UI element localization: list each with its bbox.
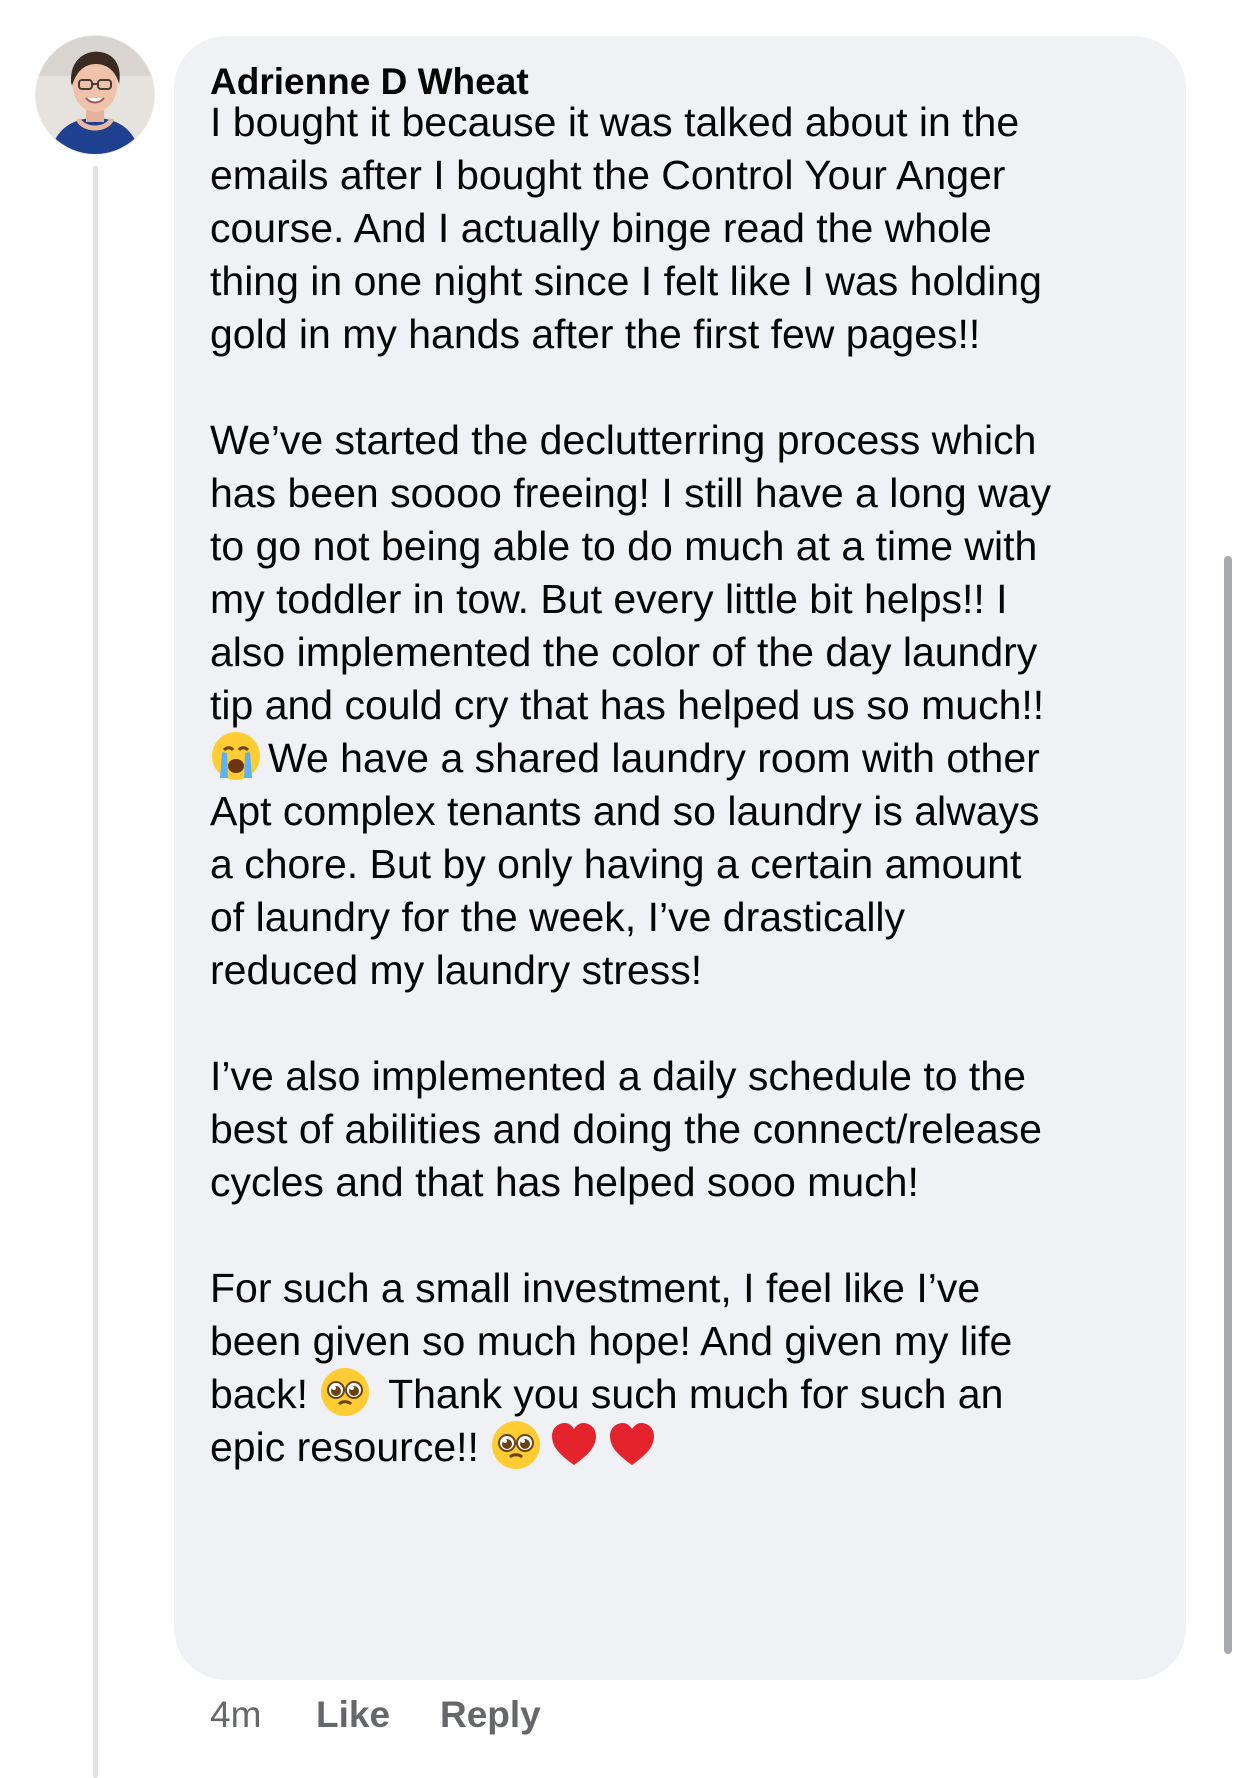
comment-text-line: epic resource!! [210, 1417, 664, 1477]
comment-text-line: gold in my hands after the first few pag… [210, 311, 981, 357]
comment-text-line: of laundry for the week, I’ve drasticall… [210, 894, 906, 940]
like-button[interactable]: Like [316, 1690, 390, 1740]
red-heart-icon [606, 1419, 658, 1471]
comment-text-line: I bought it because it was talked about … [210, 99, 1020, 145]
comment-text-line: also implemented the color of the day la… [210, 629, 1038, 675]
comment-text-line: has been soooo freeing! I still have a l… [210, 470, 1052, 516]
pleading-face-icon [319, 1366, 371, 1418]
comment-text-line: a chore. But by only having a certain am… [210, 841, 1022, 887]
comment-text-line: cycles and that has helped sooo much! [210, 1159, 919, 1205]
comment-text-line: course. And I actually binge read the wh… [210, 205, 992, 251]
red-heart-icon [548, 1419, 600, 1471]
comment-timestamp: 4m [210, 1694, 262, 1735]
comment-text-line: I’ve also implemented a daily schedule t… [210, 1053, 1026, 1099]
thread-line [93, 166, 98, 1778]
scrollbar[interactable] [1224, 556, 1232, 1654]
comment-text-line: We’ve started the declutterring process … [210, 417, 1037, 463]
comment-text-line: We have a shared laundry room with other [210, 728, 1040, 788]
comment-text-fragment: back! [210, 1371, 308, 1417]
comment-text-fragment: epic resource!! [210, 1424, 479, 1470]
pleading-face-icon [490, 1419, 542, 1471]
comment-text-line: thing in one night since I felt like I w… [210, 258, 1042, 304]
comment-text-line: been given so much hope! And given my li… [210, 1318, 1013, 1364]
comment-text-line: For such a small investment, I feel like… [210, 1265, 981, 1311]
comment-text-fragment: Thank you such much for such an [388, 1371, 1004, 1417]
comment-text-line: tip and could cry that has helped us so … [210, 682, 1045, 728]
avatar[interactable] [36, 36, 154, 154]
avatar-photo [36, 36, 154, 154]
comment-text-line: reduced my laundry stress! [210, 947, 703, 993]
comment-text-line: back! Thank you such much for such an [210, 1364, 1003, 1424]
comment-text-line: to go not being able to do much at a tim… [210, 523, 1038, 569]
reply-button[interactable]: Reply [440, 1690, 541, 1740]
comment-text-line: emails after I bought the Control Your A… [210, 152, 1006, 198]
loudly-crying-face-icon [210, 730, 262, 782]
comment-text-line: Apt complex tenants and so laundry is al… [210, 788, 1040, 834]
comment-text-line: best of abilities and doing the connect/… [210, 1106, 1042, 1152]
comment-text-line: We have a shared laundry room with other [268, 735, 1040, 781]
comment-text-line: my toddler in tow. But every little bit … [210, 576, 1008, 622]
